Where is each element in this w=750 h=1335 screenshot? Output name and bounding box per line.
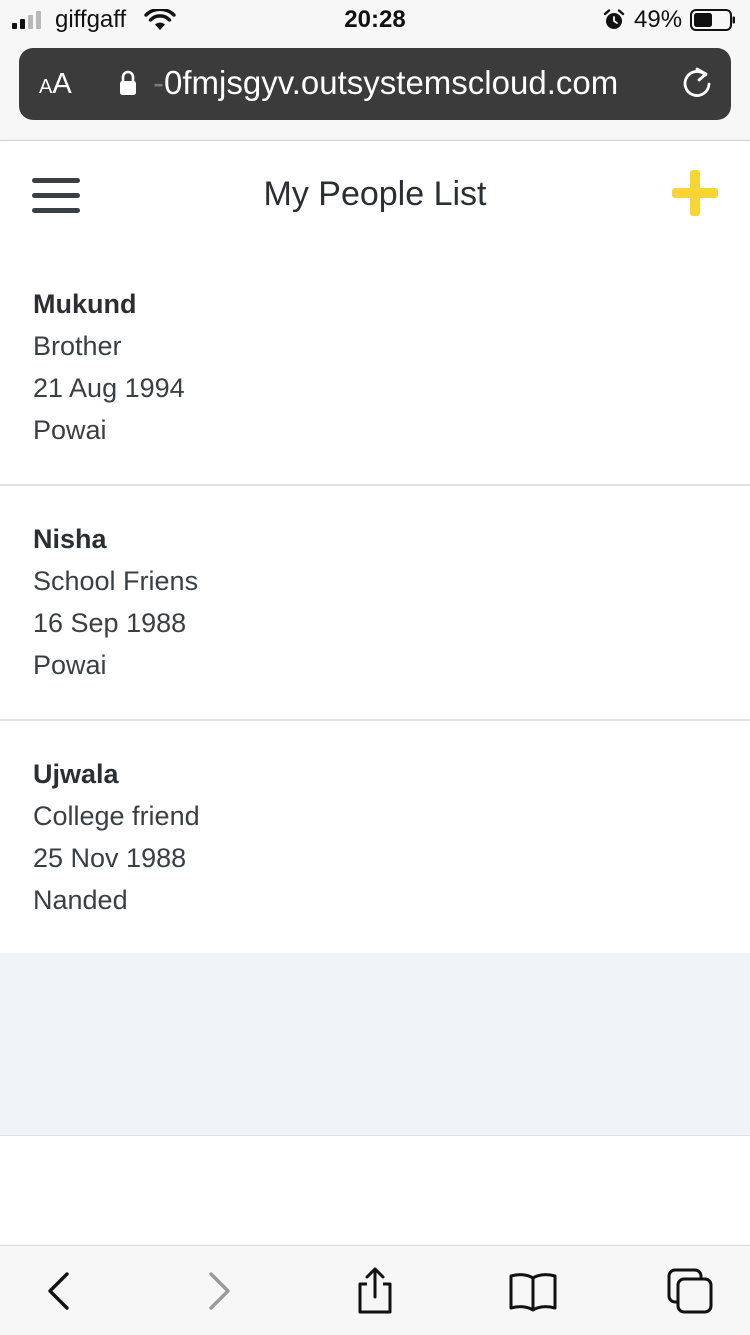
- battery-icon: [690, 9, 735, 31]
- person-date: 25 Nov 1988: [33, 843, 187, 873]
- page-title: My People List: [263, 175, 487, 213]
- battery-percent: 49%: [634, 6, 683, 33]
- share-icon[interactable]: [350, 1266, 400, 1316]
- person-date: 21 Aug 1994: [33, 373, 185, 403]
- browser-toolbar: [0, 1245, 750, 1335]
- person-name: Nisha: [33, 524, 107, 554]
- person-relation: Brother: [33, 331, 122, 361]
- reload-icon[interactable]: [679, 66, 715, 102]
- person-date: 16 Sep 1988: [33, 608, 187, 638]
- back-icon[interactable]: [35, 1266, 85, 1316]
- address-bar[interactable]: AA -0fmjsgyv.outsystemscloud.com: [19, 48, 731, 120]
- content-background: [0, 953, 750, 1136]
- text-size-button[interactable]: AA: [39, 68, 72, 101]
- person-place: Nanded: [33, 885, 128, 915]
- lock-icon: [120, 70, 136, 95]
- people-list: Mukund Brother 21 Aug 1994 Powai Nisha S…: [0, 251, 750, 954]
- app-header: My People List: [0, 141, 750, 251]
- tabs-icon[interactable]: [665, 1266, 715, 1316]
- list-item[interactable]: Mukund Brother 21 Aug 1994 Powai: [0, 251, 750, 486]
- browser-address-area: AA -0fmjsgyv.outsystemscloud.com: [0, 40, 750, 141]
- person-place: Powai: [33, 415, 107, 445]
- person-name: Mukund: [33, 289, 137, 319]
- url-text[interactable]: -0fmjsgyv.outsystemscloud.com: [153, 64, 618, 102]
- status-bar: giffgaff 20:28 49%: [0, 0, 750, 40]
- forward-icon[interactable]: [195, 1266, 245, 1316]
- alarm-icon: [603, 9, 625, 29]
- bookmarks-icon[interactable]: [508, 1266, 558, 1316]
- person-name: Ujwala: [33, 759, 119, 789]
- person-place: Powai: [33, 650, 107, 680]
- add-icon[interactable]: [672, 170, 718, 216]
- list-item[interactable]: Ujwala College friend 25 Nov 1988 Nanded: [0, 721, 750, 954]
- list-item[interactable]: Nisha School Friens 16 Sep 1988 Powai: [0, 486, 750, 721]
- person-relation: School Friens: [33, 566, 199, 596]
- person-relation: College friend: [33, 801, 200, 831]
